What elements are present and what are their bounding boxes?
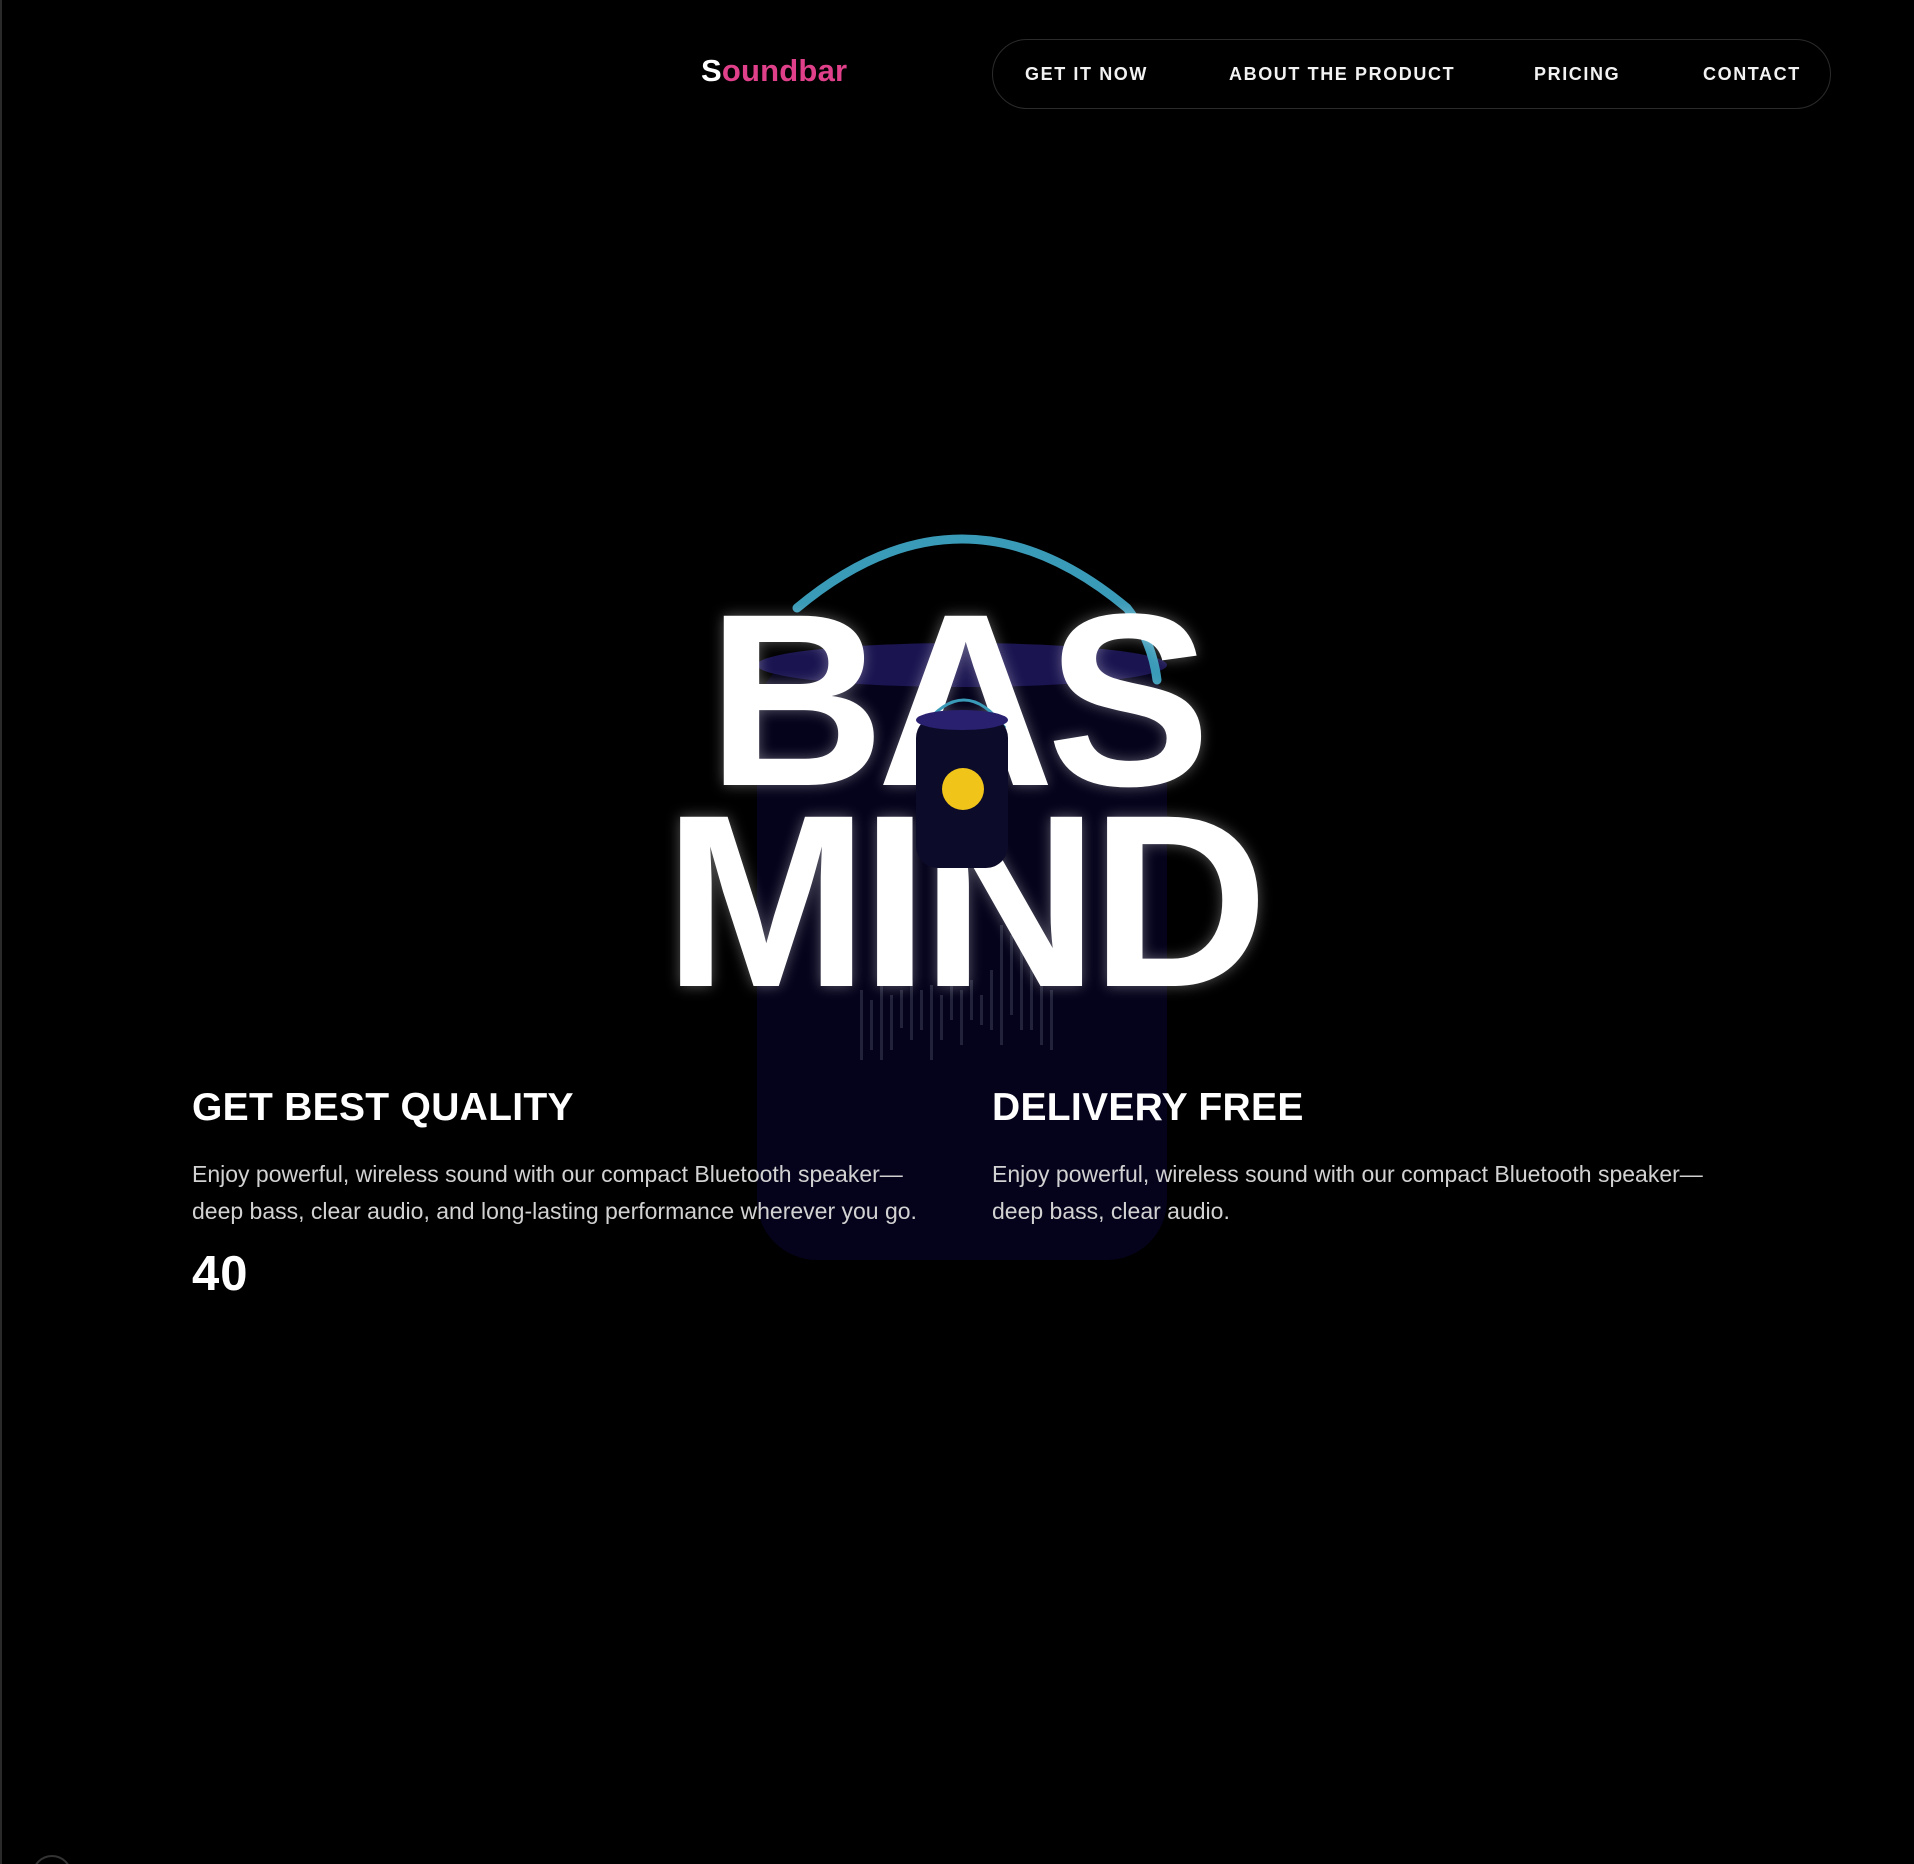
nav-contact[interactable]: CONTACT xyxy=(1703,40,1801,108)
nav-about-the-product[interactable]: ABOUT THE PRODUCT xyxy=(1229,40,1455,108)
feature-delivery-free: DELIVERY FREE Enjoy powerful, wireless s… xyxy=(992,1080,1732,1230)
logo[interactable]: Soundbar xyxy=(701,53,847,89)
small-speaker-top xyxy=(916,710,1008,730)
small-speaker-body xyxy=(916,716,1008,868)
speaker-yellow-dot xyxy=(942,768,984,810)
speaker-background-illustration xyxy=(757,534,1167,1260)
large-speaker-top xyxy=(757,643,1167,687)
speaker-illustration xyxy=(916,698,1008,868)
nav-pricing[interactable]: PRICING xyxy=(1534,40,1620,108)
scroll-indicator-icon[interactable] xyxy=(32,1855,72,1864)
feature-title: DELIVERY FREE xyxy=(992,1086,1304,1129)
feature-best-quality: GET BEST QUALITY Enjoy powerful, wireles… xyxy=(192,1080,932,1302)
sound-wave-bars xyxy=(860,925,1053,1060)
small-handle-arc xyxy=(920,698,1007,729)
logo-initial: S xyxy=(701,53,722,88)
nav-get-it-now[interactable]: GET IT NOW xyxy=(1025,40,1148,108)
feature-description: Enjoy powerful, wireless sound with our … xyxy=(192,1161,917,1224)
hero-title-line1: BAS xyxy=(707,563,1210,838)
feature-description: Enjoy powerful, wireless sound with our … xyxy=(992,1161,1703,1224)
hero-title: BAS MIND xyxy=(642,577,1282,1040)
feature-title: GET BEST QUALITY xyxy=(192,1086,574,1129)
hero-title-line2: MIND xyxy=(663,764,1269,1040)
feature-stat-number: 40 xyxy=(192,1247,249,1301)
large-handle-arc xyxy=(792,534,1162,685)
main-nav: GET IT NOW ABOUT THE PRODUCT PRICING CON… xyxy=(992,39,1831,109)
landing-page: Soundbar GET IT NOW ABOUT THE PRODUCT PR… xyxy=(0,0,1914,1864)
logo-rest: oundbar xyxy=(721,53,848,88)
